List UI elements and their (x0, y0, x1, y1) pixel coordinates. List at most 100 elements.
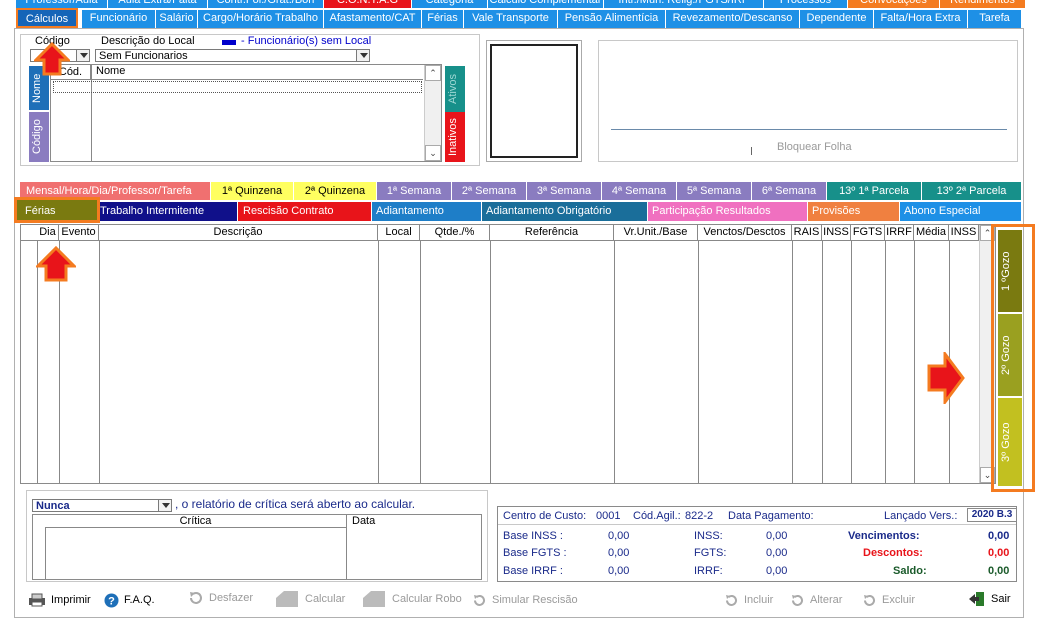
col-critica[interactable]: Crítica (45, 515, 347, 528)
centro-custo-value: 0001 (596, 510, 621, 522)
tab-1-gozo[interactable]: 1 ºGozo (998, 230, 1022, 312)
base-inss-value: 0,00 (608, 530, 630, 542)
tab-aula-extra[interactable]: Aula Extra/Falta (108, 0, 208, 8)
tab-funcionario[interactable]: Funcionário (82, 10, 156, 28)
col-data[interactable]: Data (352, 515, 375, 528)
scroll-down-icon[interactable]: ⌄ (425, 145, 441, 161)
tab-pensao[interactable]: Pensão Alimentícia (558, 10, 666, 28)
desfazer-button[interactable]: Desfazer (188, 590, 253, 606)
saldo-label: Saldo: (893, 565, 927, 577)
scroll-up-icon[interactable]: ⌃ (425, 65, 441, 81)
employee-list-scrollbar[interactable]: ⌃ ⌄ (424, 65, 441, 161)
simular-rescisao-button[interactable]: Simular Rescisão (472, 592, 578, 608)
tab-falta-hora-extra[interactable]: Falta/Hora Extra (874, 10, 968, 28)
tab-revezamento[interactable]: Revezamento/Descanso (666, 10, 800, 28)
tab-afastamento[interactable]: Afastamento/CAT (324, 10, 422, 28)
grid-col-line (614, 241, 615, 483)
tab-contr-fol[interactable]: Contr.Fol./Grat./Bon (208, 0, 324, 8)
col-rais[interactable]: RAIS (792, 225, 822, 240)
col-venctos[interactable]: Venctos/Desctos (698, 225, 792, 240)
tab-dependente[interactable]: Dependente (800, 10, 874, 28)
tab-inativos[interactable]: Inativos (445, 112, 465, 162)
events-grid[interactable] (20, 224, 996, 484)
employee-photo-frame (486, 40, 582, 162)
col-vr-unit[interactable]: Vr.Unit./Base (614, 225, 698, 240)
info-panel-divider (611, 129, 1007, 130)
tab-3-gozo[interactable]: 3º Gozo (998, 398, 1022, 486)
tab-calculo-complementar[interactable]: Cálculo Complementar (488, 0, 604, 8)
lancado-vers-box: 2020 B.3 (967, 508, 1017, 522)
tab-participacao[interactable]: Participação Resultados (648, 202, 808, 221)
bloquear-folha-checkbox[interactable]: Bloquear Folha (777, 141, 852, 154)
col-descricao[interactable]: Descrição (99, 225, 378, 240)
chevron-down-icon[interactable] (356, 50, 369, 61)
chevron-down-icon[interactable] (158, 500, 171, 511)
tab-convocacoes[interactable]: Convocações (848, 0, 940, 8)
tab-tarefa[interactable]: Tarefa (968, 10, 1022, 28)
tab-rescisao[interactable]: Rescisão Contrato (238, 202, 372, 221)
tab-ferias-calc[interactable]: Férias (14, 197, 100, 223)
col-fgts[interactable]: FGTS (851, 225, 885, 240)
tab-trabalho-intermitente[interactable]: Trabalho Intermitente (100, 202, 238, 221)
col-nome[interactable]: Nome (96, 65, 125, 78)
imprimir-button[interactable]: Imprimir (28, 592, 91, 608)
tab-2-gozo[interactable]: 2º Gozo (998, 314, 1022, 396)
critica-mode-select[interactable]: Nunca (32, 499, 172, 512)
col-irrf[interactable]: IRRF (885, 225, 914, 240)
add-icon (726, 594, 737, 606)
tab-intr-mun[interactable]: Intr./Mun. Relig./FGTS/IRF (604, 0, 764, 8)
top-tabs-row2: Cálculos Funcionário Salário Cargo/Horár… (14, 8, 1024, 28)
printer-icon (29, 593, 45, 607)
tab-rendimentos[interactable]: Rendimentos (940, 0, 1026, 8)
tab-vale-transporte[interactable]: Vale Transporte (464, 10, 558, 28)
tab-cargo-horario[interactable]: Cargo/Horário Trabalho (198, 10, 324, 28)
tab-processos[interactable]: Processos (764, 0, 848, 8)
calcular-robo-button[interactable]: Calcular Robo (361, 590, 462, 608)
arrow-right-icon (927, 352, 965, 404)
arrow-up-icon (34, 42, 70, 76)
grid-col-line (792, 241, 793, 483)
tab-salario[interactable]: Salário (156, 10, 198, 28)
tab-categoria[interactable]: Categoria (412, 0, 488, 8)
col-dia[interactable]: Dia (37, 225, 59, 240)
side-tab-codigo[interactable]: Código (29, 112, 49, 162)
vencimentos-label: Vencimentos: (848, 530, 920, 542)
col-local[interactable]: Local (378, 225, 420, 240)
tab-abono-especial[interactable]: Abono Especial (900, 202, 1022, 221)
grid-col-line (490, 241, 491, 483)
tab-provisoes[interactable]: Provisões (808, 202, 900, 221)
help-icon: ? (104, 593, 119, 607)
col-inss[interactable]: INSS (822, 225, 851, 240)
faq-button[interactable]: ? F.A.Q. (104, 592, 155, 608)
descricao-local-select[interactable]: Sem Funcionarios (95, 49, 370, 62)
alterar-label: Alterar (810, 594, 843, 606)
bloquear-folha-tick (751, 147, 752, 155)
tab-calculos[interactable]: Cálculos (16, 8, 78, 28)
sair-button[interactable]: Sair (968, 591, 1011, 607)
payroll-tabs-row2: Férias Trabalho Intermitente Rescisão Co… (14, 197, 1022, 223)
chevron-down-icon[interactable] (76, 50, 89, 61)
alterar-button[interactable]: Alterar (790, 592, 842, 608)
tab-adiantamento[interactable]: Adiantamento (372, 202, 482, 221)
descontos-label: Descontos: (863, 547, 923, 559)
excluir-button[interactable]: Excluir (862, 592, 915, 608)
col-media[interactable]: Média (914, 225, 949, 240)
incluir-button[interactable]: Incluir (724, 592, 773, 608)
col-inss-2[interactable]: INSS (949, 225, 979, 240)
sair-label: Sair (991, 593, 1011, 605)
refresh-icon (474, 594, 485, 606)
tab-contag[interactable]: C.O.N.T.A.G (324, 0, 412, 8)
employee-photo[interactable] (490, 44, 578, 158)
calcular-label: Calcular (305, 593, 346, 605)
col-referencia[interactable]: Referência (490, 225, 614, 240)
base-irrf-label: Base IRRF : (503, 565, 563, 577)
tab-ativos[interactable]: Ativos (445, 66, 465, 112)
tab-ferias[interactable]: Férias (422, 10, 464, 28)
col-qtde[interactable]: Qtde./% (420, 225, 490, 240)
tab-adiantamento-obrigatorio[interactable]: Adiantamento Obrigatório (482, 202, 648, 221)
selected-row[interactable] (53, 81, 422, 93)
tab-professor-aula[interactable]: Professor/Aula (16, 0, 108, 8)
col-evento[interactable]: Evento (59, 225, 99, 240)
calcular-button[interactable]: Calcular (274, 590, 345, 608)
imprimir-label: Imprimir (51, 594, 91, 606)
